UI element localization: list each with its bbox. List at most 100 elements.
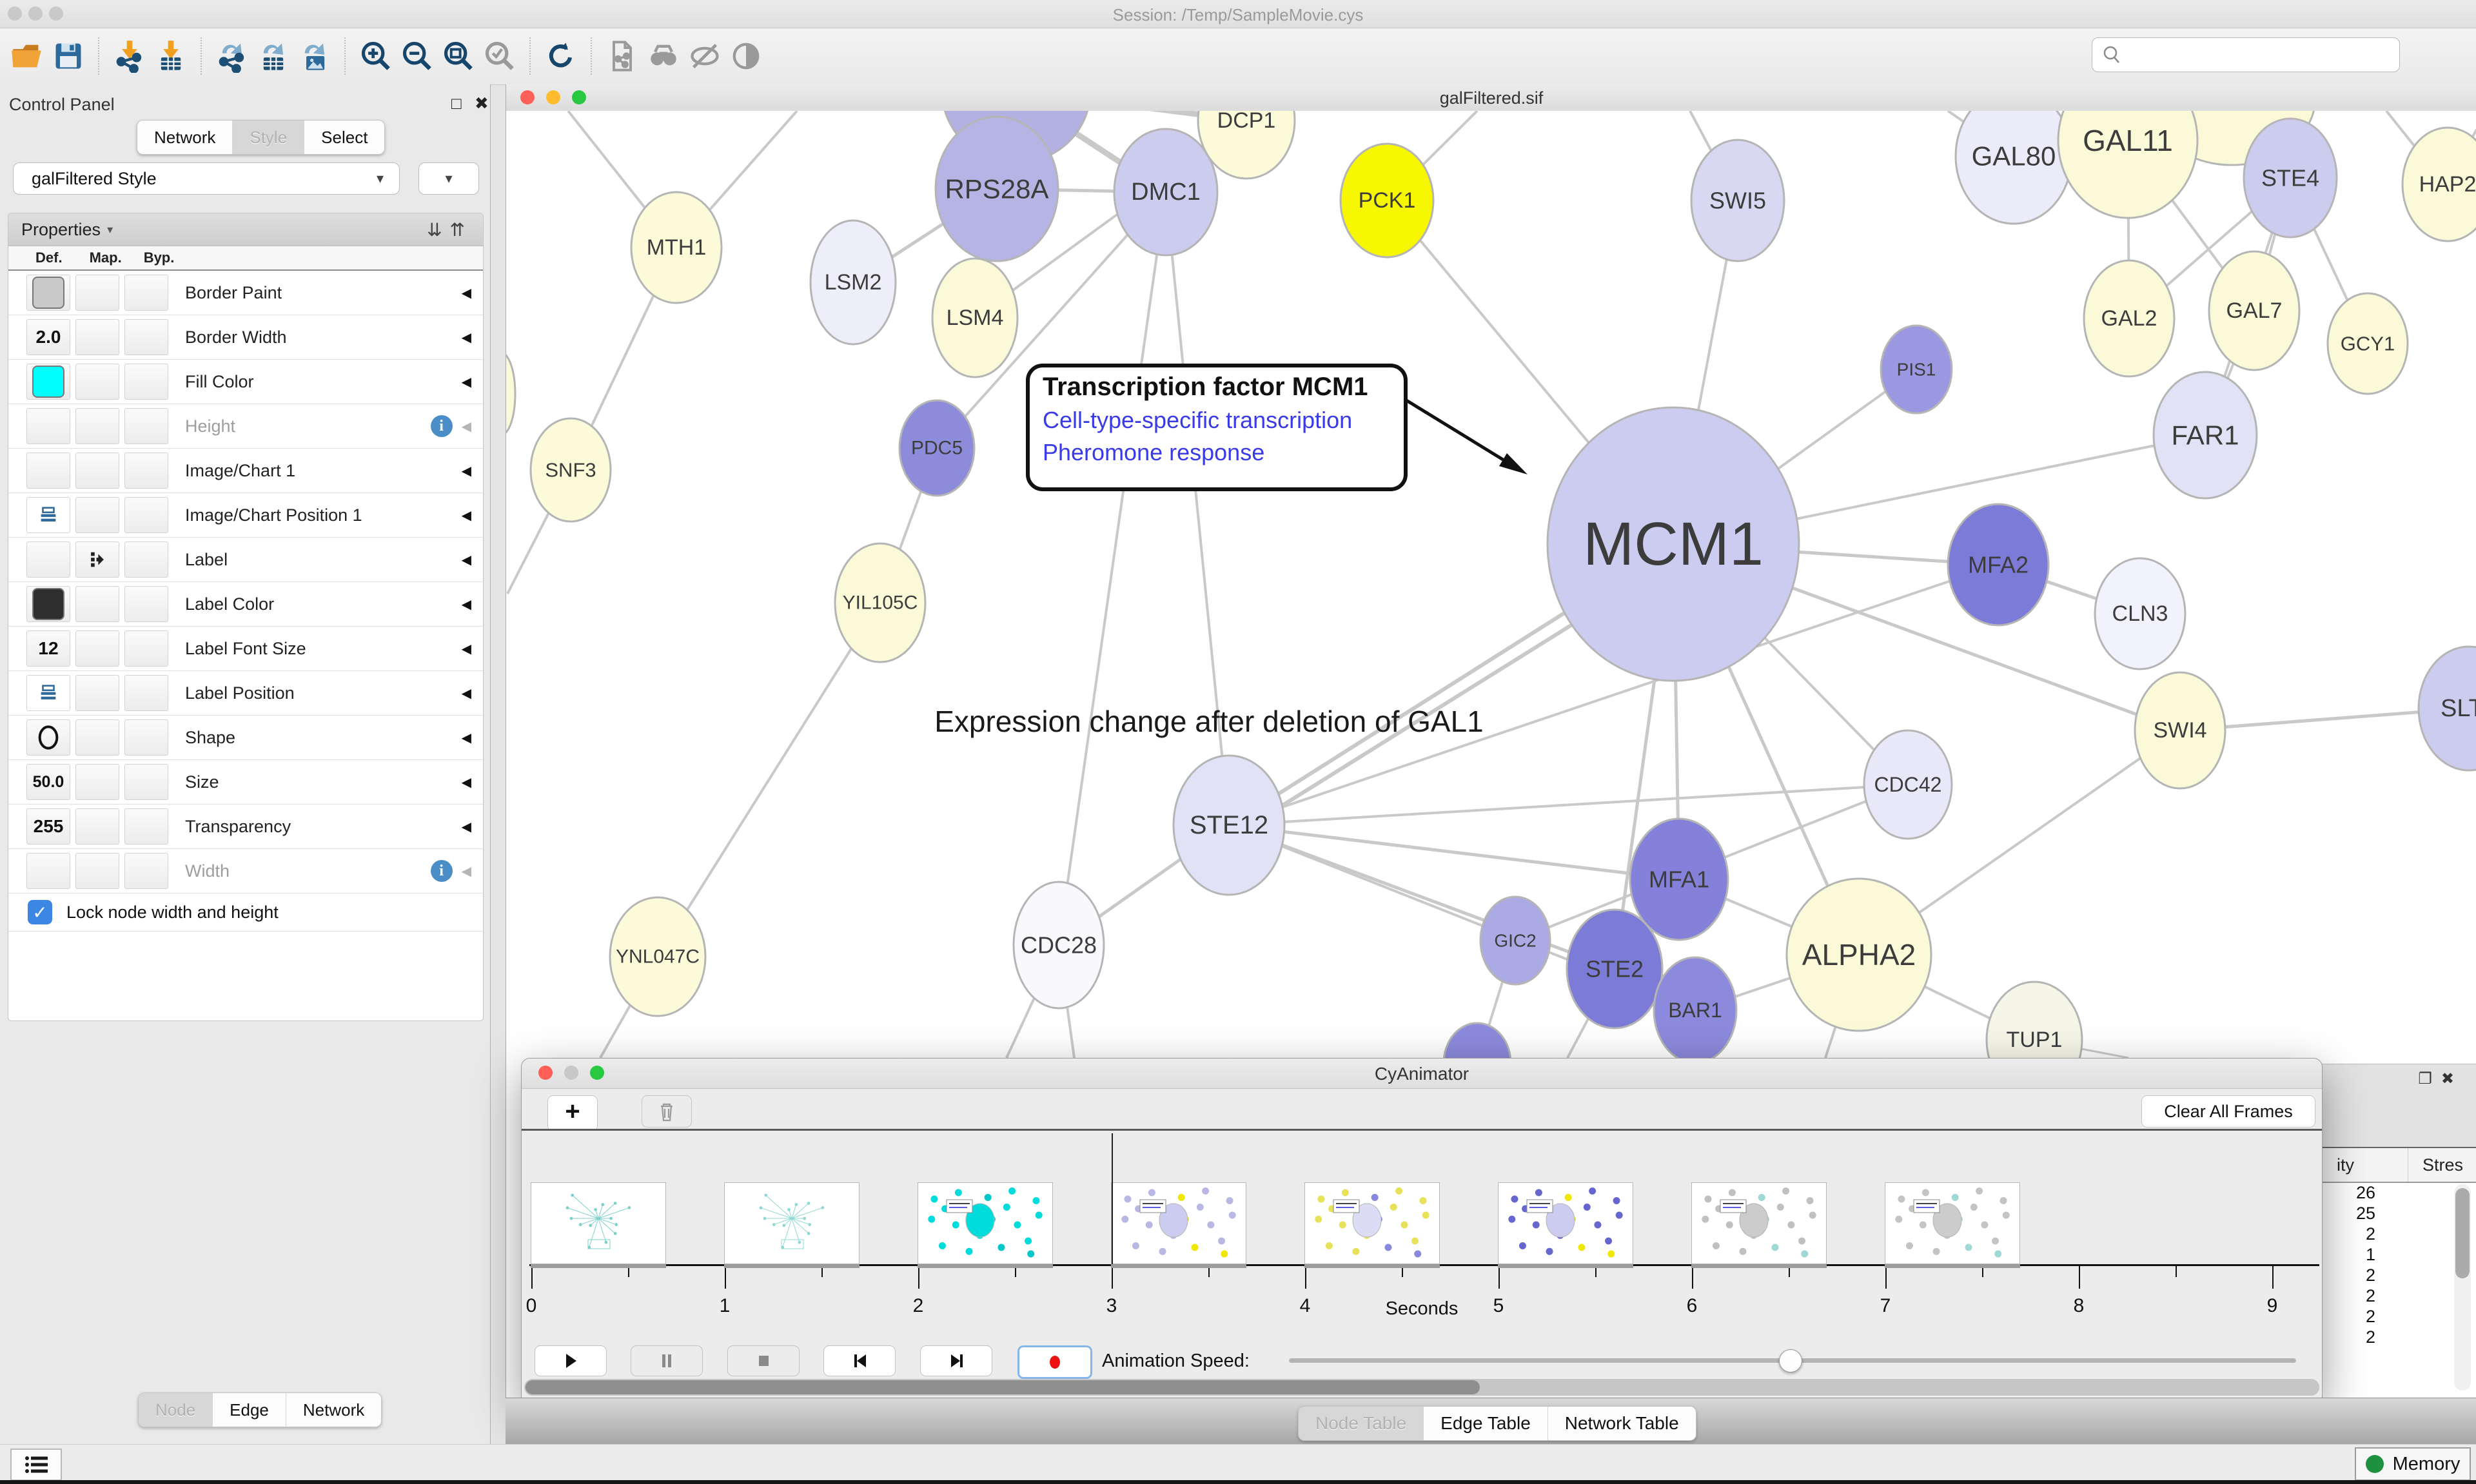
default-value-cell[interactable] xyxy=(26,453,70,489)
property-row-height[interactable]: Heighti◀ xyxy=(8,404,483,449)
info-icon[interactable]: i xyxy=(431,860,453,882)
table-header-row[interactable]: ity Stres xyxy=(2319,1148,2476,1183)
tab-edge[interactable]: Edge xyxy=(213,1393,286,1427)
tab-network[interactable]: Network xyxy=(286,1393,381,1427)
node-cdc42[interactable]: CDC42 xyxy=(1864,730,1952,839)
property-row-label-color[interactable]: Label Color◀ xyxy=(8,582,483,627)
node-ynl047c[interactable]: YNL047C xyxy=(610,897,705,1016)
keyframe-thumbnail[interactable] xyxy=(1111,1182,1246,1264)
property-row-fill-color[interactable]: Fill Color◀ xyxy=(8,360,483,404)
dock-tab-edge-table[interactable]: Edge Table xyxy=(1424,1407,1548,1440)
stop-button[interactable] xyxy=(727,1345,800,1376)
search-binoculars-button[interactable] xyxy=(643,36,684,76)
node-ste4[interactable]: STE4 xyxy=(2244,119,2337,237)
mapping-cell[interactable] xyxy=(75,319,119,355)
table-cell-value[interactable]: 2 xyxy=(2319,1286,2476,1307)
expand-arrow-icon[interactable]: ◀ xyxy=(462,819,471,835)
show-details-button[interactable] xyxy=(725,36,767,76)
panel-window-icons[interactable]: ❐✖ xyxy=(2418,1069,2463,1088)
expand-arrow-icon[interactable]: ◀ xyxy=(462,329,471,346)
default-value-cell[interactable]: 255 xyxy=(26,808,70,845)
property-row-transparency[interactable]: 255Transparency◀ xyxy=(8,805,483,849)
mapping-cell[interactable] xyxy=(75,275,119,311)
save-session-button[interactable] xyxy=(48,36,89,76)
float-panel-icon[interactable]: □ xyxy=(451,93,462,113)
mapping-cell[interactable] xyxy=(75,808,119,845)
table-cell-value[interactable]: 25 xyxy=(2319,1204,2476,1224)
skip-start-button[interactable] xyxy=(823,1345,896,1376)
style-selector[interactable]: galFiltered Style ▾ xyxy=(13,162,400,195)
default-value-cell[interactable] xyxy=(26,497,70,533)
edge[interactable] xyxy=(1229,825,1615,969)
node-slt2[interactable]: SLT2 xyxy=(2419,647,2476,770)
table-scrollbar[interactable] xyxy=(2454,1184,2471,1391)
expand-arrow-icon[interactable]: ◀ xyxy=(462,552,471,568)
dock-tab-network-table[interactable]: Network Table xyxy=(1548,1407,1696,1440)
expand-arrow-icon[interactable]: ◀ xyxy=(462,774,471,790)
export-table-button[interactable] xyxy=(253,36,294,76)
node-dmc1[interactable]: DMC1 xyxy=(1114,129,1217,255)
column-stress[interactable]: Stres xyxy=(2408,1155,2463,1175)
dock-tab-node-table[interactable]: Node Table xyxy=(1299,1407,1424,1440)
mapping-cell[interactable] xyxy=(75,453,119,489)
style-options-button[interactable]: ▾ xyxy=(418,162,479,195)
bypass-cell[interactable] xyxy=(124,675,168,711)
clear-all-frames-button[interactable]: Clear All Frames xyxy=(2141,1095,2315,1128)
mapping-cell[interactable] xyxy=(75,364,119,400)
node-gal80[interactable]: GAL80 xyxy=(1956,111,2072,224)
expand-arrow-icon[interactable]: ◀ xyxy=(462,374,471,390)
expand-arrow-icon[interactable]: ◀ xyxy=(462,463,471,479)
network-file-button[interactable] xyxy=(602,36,643,76)
mapping-cell[interactable] xyxy=(75,630,119,667)
node-mcm1[interactable]: MCM1 xyxy=(1548,407,1799,681)
cyanimator-titlebar[interactable]: CyAnimator xyxy=(522,1059,2322,1089)
expand-collapse-icons[interactable]: ⇊⇈ xyxy=(427,219,473,240)
property-row-label-font-size[interactable]: 12Label Font Size◀ xyxy=(8,627,483,671)
import-table-button[interactable] xyxy=(150,36,192,76)
property-row-shape[interactable]: Shape◀ xyxy=(8,716,483,760)
playhead[interactable] xyxy=(1112,1133,1113,1264)
property-row-image-chart-1[interactable]: Image/Chart 1◀ xyxy=(8,449,483,493)
bypass-cell[interactable] xyxy=(124,764,168,800)
node-pdc5[interactable]: PDC5 xyxy=(899,400,974,496)
node-snf3[interactable]: SNF3 xyxy=(531,418,611,522)
task-history-button[interactable] xyxy=(10,1449,62,1481)
default-value-cell[interactable] xyxy=(26,586,70,622)
property-row-border-paint[interactable]: Border Paint◀ xyxy=(8,271,483,315)
bypass-cell[interactable] xyxy=(124,542,168,578)
node-pis1[interactable]: PIS1 xyxy=(1881,326,1952,413)
bypass-cell[interactable] xyxy=(124,630,168,667)
node-cln3[interactable]: CLN3 xyxy=(2095,558,2185,669)
property-row-border-width[interactable]: 2.0Border Width◀ xyxy=(8,315,483,360)
import-network-button[interactable] xyxy=(109,36,150,76)
expand-arrow-icon[interactable]: ◀ xyxy=(462,863,471,879)
keyframe-thumbnail[interactable] xyxy=(1691,1182,1827,1264)
keyframe-thumbnail[interactable] xyxy=(918,1182,1053,1264)
node-pck1[interactable]: PCK1 xyxy=(1341,144,1433,257)
default-value-cell[interactable]: 2.0 xyxy=(26,319,70,355)
default-value-cell[interactable] xyxy=(26,364,70,400)
add-frame-button[interactable]: + xyxy=(547,1095,598,1131)
node-swi5[interactable]: SWI5 xyxy=(1691,140,1784,261)
table-cell-value[interactable]: 26 xyxy=(2319,1183,2476,1204)
node-gic2[interactable]: GIC2 xyxy=(1480,897,1550,984)
tab-network[interactable]: Network xyxy=(137,121,233,154)
node-ste2[interactable]: STE2 xyxy=(1567,910,1662,1028)
node-rps28a[interactable]: RPS28A xyxy=(936,117,1058,261)
slider-thumb[interactable] xyxy=(1779,1349,1802,1372)
node-gcy1[interactable]: GCY1 xyxy=(2328,293,2408,394)
refresh-layout-button[interactable] xyxy=(540,36,582,76)
memory-button[interactable]: Memory xyxy=(2355,1447,2471,1481)
table-cell-value[interactable]: 2 xyxy=(2319,1265,2476,1286)
bypass-cell[interactable] xyxy=(124,586,168,622)
table-cell-value[interactable]: 1 xyxy=(2319,1245,2476,1265)
mapping-cell[interactable] xyxy=(75,764,119,800)
node-mfa2[interactable]: MFA2 xyxy=(1948,504,2049,625)
scrollbar-thumb[interactable] xyxy=(526,1380,1480,1394)
search-box[interactable] xyxy=(2092,37,2400,72)
tab-node[interactable]: Node xyxy=(139,1393,213,1427)
play-button[interactable] xyxy=(535,1345,607,1376)
lock-size-checkbox[interactable]: ✓ xyxy=(28,900,52,924)
default-value-cell[interactable] xyxy=(26,275,70,311)
close-panel-icon[interactable]: ✖ xyxy=(475,93,489,113)
